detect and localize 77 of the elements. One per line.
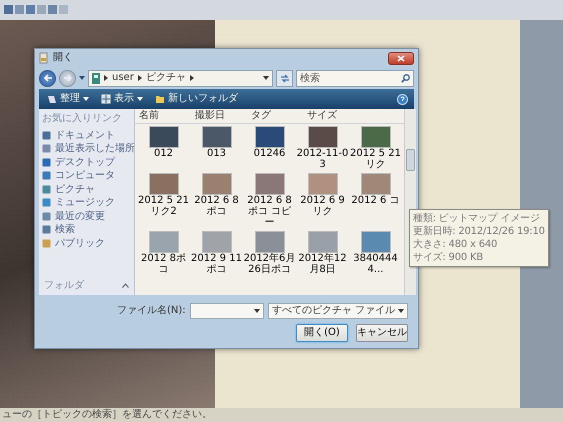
photo-placeholder <box>254 126 284 148</box>
view-icon <box>101 94 111 104</box>
file-type-dropdown[interactable]: すべてのピクチャ ファイル <box>268 303 408 319</box>
breadcrumb-segment[interactable]: ピクチャ <box>146 72 186 84</box>
file-item[interactable]: 2012 5 21リク2 <box>137 173 190 228</box>
nav-item[interactable]: 最近の変更 <box>42 210 131 223</box>
photo-placeholder <box>360 126 390 148</box>
dropdown-caret-icon[interactable] <box>263 75 269 81</box>
nav-item[interactable]: ピクチャ <box>42 182 131 196</box>
file-item[interactable]: 012 <box>137 126 190 170</box>
back-button[interactable] <box>39 70 56 86</box>
photo-placeholder <box>254 173 284 195</box>
file-item[interactable]: 2012 6 8ポコ コピー <box>243 173 296 228</box>
toolbar-button[interactable]: 表示 <box>99 93 145 105</box>
photo-placeholder <box>360 173 390 195</box>
dropdown-caret-icon[interactable] <box>398 308 404 314</box>
column-header[interactable]: タグ <box>247 109 303 123</box>
open-button[interactable]: 開く(O) <box>296 324 348 342</box>
tooltip-line: サイズ: 900 KB <box>413 251 484 264</box>
close-button[interactable] <box>388 52 414 64</box>
breadcrumb-arrow-icon <box>190 75 194 81</box>
nav-item[interactable]: ミュージック <box>42 196 131 210</box>
history-caret-icon[interactable] <box>79 75 85 81</box>
column-header[interactable]: サイズ <box>303 109 359 123</box>
file-item[interactable]: 38404444... <box>349 231 402 275</box>
photo-placeholder <box>308 126 338 148</box>
file-item[interactable]: 2012 9 11ポコ <box>190 231 243 275</box>
file-item[interactable]: 2012-11-03 <box>296 126 349 170</box>
forward-arrow-icon <box>62 74 72 82</box>
nav-section-header: お気に入りリンク <box>42 113 123 124</box>
breadcrumb-arrow-icon <box>138 75 142 81</box>
file-item[interactable]: 2012 8ポコ <box>137 231 190 275</box>
status-text: ューの［トピックの検索］を選んでください。 <box>2 409 212 420</box>
file-item[interactable]: 013 <box>190 126 243 170</box>
photo-placeholder <box>360 231 390 253</box>
refresh-icon <box>280 74 290 82</box>
photo-placeholder <box>308 173 338 195</box>
nav-item[interactable]: パブリック <box>42 236 131 250</box>
photo-placeholder <box>308 231 338 253</box>
photo-placeholder <box>254 231 284 253</box>
column-header[interactable]: 名前 <box>135 109 191 123</box>
nav-item[interactable]: ドキュメント <box>42 128 131 142</box>
dropdown-caret-icon[interactable] <box>254 308 260 314</box>
nav-item[interactable]: 検索 <box>42 223 131 236</box>
help-icon[interactable] <box>397 94 408 104</box>
nav-item[interactable]: コンピュータ <box>42 169 131 182</box>
back-arrow-icon <box>42 74 52 82</box>
window-icon <box>39 52 49 64</box>
organize-icon <box>47 94 57 104</box>
tooltip-line: 大きさ: 480 x 640 <box>413 238 498 251</box>
column-header[interactable]: 撮影日 <box>191 109 247 123</box>
nav-item[interactable]: デスクトップ <box>42 156 131 169</box>
cancel-button[interactable]: キャンセル <box>356 324 408 342</box>
window-title: 開く <box>53 52 73 64</box>
file-item[interactable]: 01246 <box>243 126 296 170</box>
file-item[interactable]: 2012年12月8日 <box>296 231 349 275</box>
tooltip-line: 更新日時: 2012/12/26 19:10 <box>413 225 545 238</box>
file-item[interactable]: 2012 6 8ポコ <box>190 173 243 228</box>
address-bar[interactable]: user ピクチャ <box>88 70 273 86</box>
new-folder-icon <box>155 94 165 104</box>
file-item[interactable]: 2012年6月26日ポコ <box>243 231 296 275</box>
file-name-field[interactable] <box>190 303 264 319</box>
refresh-button[interactable] <box>276 70 293 86</box>
file-item[interactable]: 2012 6 9リク <box>296 173 349 228</box>
search-icon <box>401 74 410 82</box>
search-field[interactable]: 検索 <box>296 70 414 86</box>
scrollbar-thumb[interactable] <box>406 149 415 171</box>
close-icon <box>397 54 405 62</box>
file-item[interactable]: 2012 5 21リク <box>349 126 402 170</box>
file-item[interactable]: 2012 6 コ <box>349 173 402 228</box>
file-name-label: ファイル名(N): <box>117 305 186 317</box>
search-input[interactable]: 検索 <box>300 70 401 86</box>
toolbar-button[interactable]: 新しいフォルダ <box>153 93 240 105</box>
toolbar-button[interactable]: 整理 <box>45 93 91 105</box>
breadcrumb-arrow-icon <box>104 75 108 81</box>
breadcrumb-segment[interactable]: user <box>112 72 134 84</box>
tooltip-line: 種類: ビットマップ イメージ <box>413 212 541 225</box>
